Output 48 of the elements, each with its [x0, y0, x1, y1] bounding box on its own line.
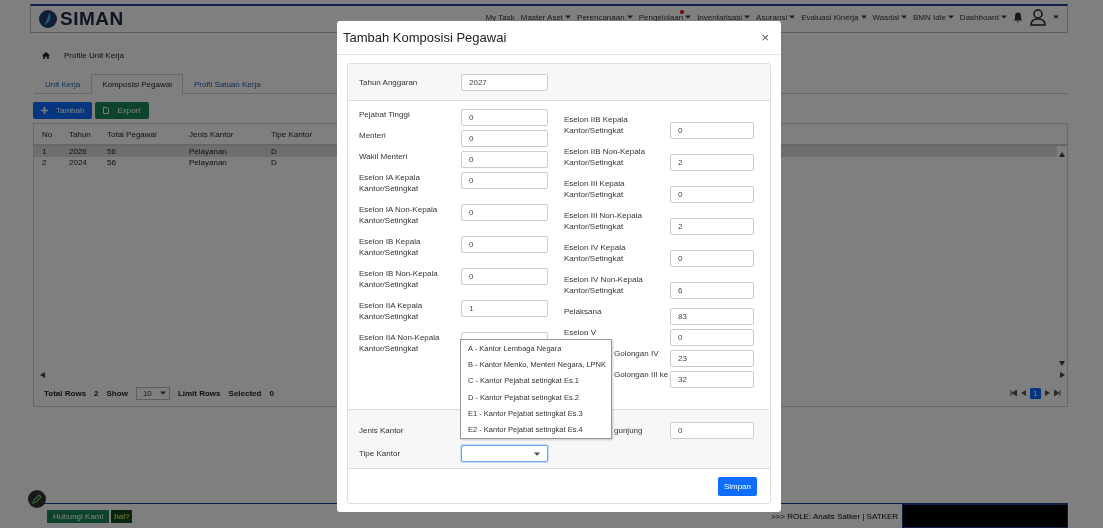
column-header: Total Pegawai	[106, 129, 158, 139]
field-label: Tahun Anggaran	[359, 76, 419, 88]
total-rows-count: 2	[94, 388, 99, 398]
table-cell-text: 1	[41, 147, 48, 156]
field-label: Eselon IV Non-Kepala Kantor/Setingkat	[564, 274, 644, 297]
table-cell-text: D	[270, 147, 278, 156]
field-label: Eselon IA Non-Kepala Kantor/Setingkat	[359, 204, 439, 227]
table-cell-text: 56	[106, 147, 117, 156]
show-label: Show	[106, 388, 128, 398]
table-cell-text: 2	[41, 158, 48, 167]
field-label: Eselon III Kepala Kantor/Setingkat	[564, 178, 626, 201]
role-status: >>> ROLE: Analis Satker | SATKER	[770, 511, 898, 521]
field-label: Menteri	[359, 130, 387, 142]
field-label: Eselon IIB Kepala Kantor/Setingkat	[564, 114, 629, 137]
field-label: Eselon IB Kepala Kantor/Setingkat	[359, 236, 422, 259]
selected-label: Selected	[228, 388, 262, 398]
column-header: No	[41, 129, 54, 139]
table-cell-text: Pelayanan	[188, 158, 228, 167]
logo-text: SIMAN	[60, 8, 124, 30]
help-badge: hal?	[111, 509, 133, 523]
field-label: Jenis Kantor	[359, 425, 405, 436]
table-cell-text: Pelayanan	[188, 147, 228, 156]
field-label: Wakil Menteri	[359, 151, 409, 163]
field-label: Golongan III ke	[614, 369, 670, 381]
table-cell-text: 2024	[68, 158, 88, 167]
dialog-title: Tambah Komposisi Pegawai	[343, 30, 507, 45]
field-label: Eselon IIB Non-Kepala Kantor/Setingkat	[564, 146, 646, 169]
field-label: Eselon V	[564, 327, 598, 339]
limit-rows-label: Limit Rows	[177, 388, 221, 398]
column-header: Jenis Kantor	[188, 129, 235, 139]
field-label: Tipe Kantor	[359, 448, 402, 459]
field-label: Eselon IA Kepala Kantor/Setingkat	[359, 172, 421, 195]
field-label: Pelaksana	[564, 306, 603, 318]
column-header: Tipe Kantor	[270, 129, 314, 139]
field-label: Eselon III Non-Kepala Kantor/Setingkat	[564, 210, 643, 233]
table-cell-text: 2026	[68, 147, 88, 156]
field-label: Golongan IV	[614, 348, 660, 360]
field-label: Eselon IB Non-Kepala Kantor/Setingkat	[359, 268, 439, 291]
field-label: Eselon IIA Kepala Kantor/Setingkat	[359, 300, 424, 323]
selected-count: 0	[269, 388, 274, 398]
table-cell-text: D	[270, 158, 278, 167]
total-rows-label: Total Rows	[44, 388, 87, 398]
field-label: Eselon IIA Non-Kepala Kantor/Setingkat	[359, 332, 441, 355]
table-cell-text: 56	[106, 158, 117, 167]
field-label: gunjung	[614, 425, 644, 436]
field-label: Eselon IV Kepala Kantor/Setingkat	[564, 242, 627, 265]
column-header: Tahun	[68, 129, 92, 139]
field-label: Pejabat Tinggi	[359, 109, 411, 121]
